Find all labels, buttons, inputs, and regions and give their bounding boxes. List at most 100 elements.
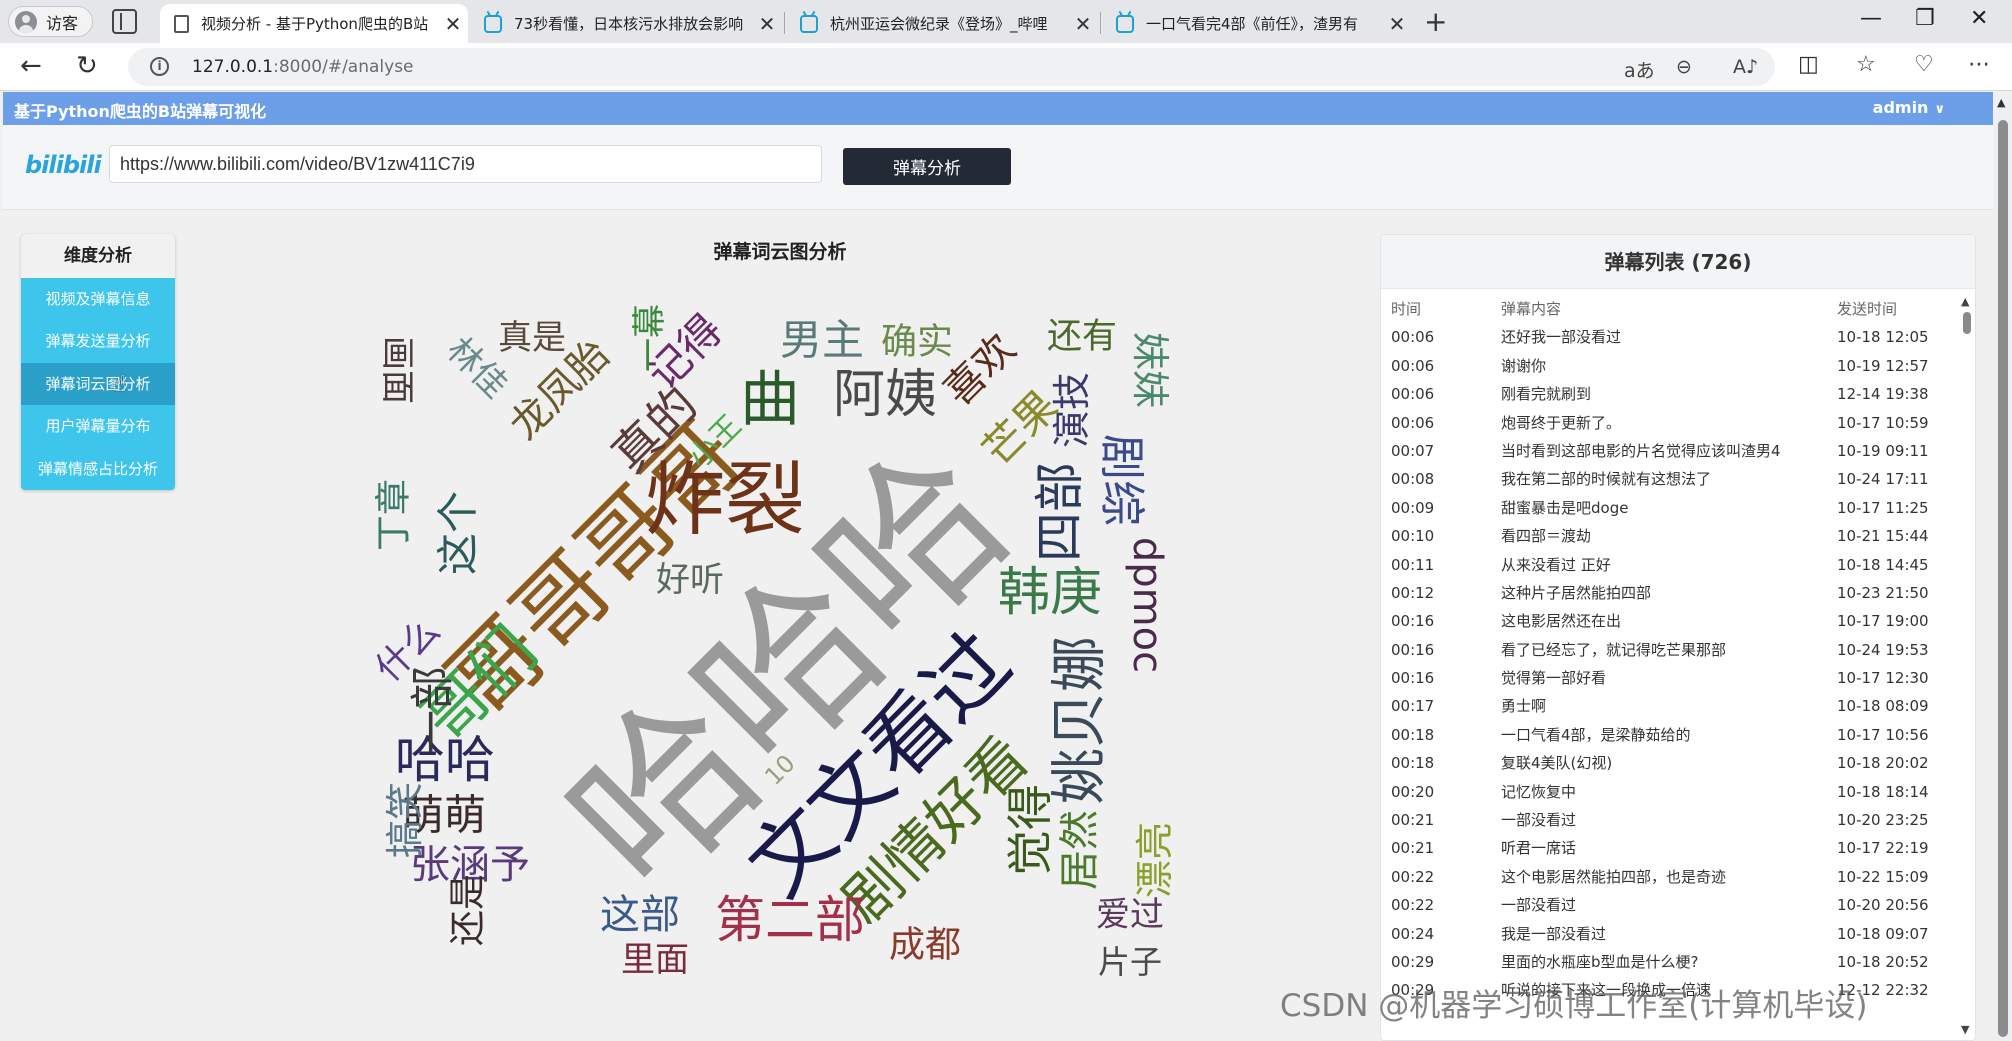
row-content: 当时看到这部电影的片名觉得应该叫渣男4 bbox=[1501, 441, 1781, 460]
row-time: 00:21 bbox=[1391, 811, 1435, 830]
row-send-time: 10-20 23:25 bbox=[1837, 811, 1929, 830]
row-content: 刚看完就刷到 bbox=[1501, 385, 1592, 404]
wordcloud-chart: 哈哈哈 哥哥哥哥 炸裂 文文看过 剧情好看 哥们 姚贝娜 韩庚 第二部 阿姨 真… bbox=[368, 304, 1177, 981]
more-menu-icon[interactable]: ⋯ bbox=[1968, 52, 1990, 77]
scrollbar-thumb[interactable] bbox=[1998, 120, 2008, 1037]
row-time: 00:10 bbox=[1391, 527, 1435, 546]
bilibili-tv-icon bbox=[1116, 14, 1134, 33]
favorites-icon[interactable]: ☆ bbox=[1856, 52, 1876, 77]
wordcloud-title: 弹幕词云图分析 bbox=[713, 241, 847, 263]
word-zhege: 这个 bbox=[434, 491, 483, 575]
word-dingzhang: 丁章 bbox=[374, 479, 415, 551]
close-window-icon[interactable]: ✕ bbox=[1970, 6, 1988, 31]
analyse-button[interactable]: 弹幕分析 bbox=[843, 148, 1011, 185]
menu-item-sentiment[interactable]: 弹幕情感占比分析 bbox=[21, 448, 175, 490]
browser-tab-1[interactable]: 视频分析 - 基于Python爬虫的B站 ✕ bbox=[160, 4, 468, 43]
row-time: 00:24 bbox=[1391, 924, 1435, 943]
row-time: 00:06 bbox=[1391, 328, 1435, 347]
danmu-list-body: 00:06 还好我一部没看过 10-18 12:05 00:06 谢谢你 10-19 12… bbox=[1381, 323, 1975, 1004]
word-dierbu: 第二部 bbox=[715, 891, 865, 949]
page-scrollbar[interactable]: ▲ bbox=[1994, 92, 2012, 1041]
bilibili-tv-icon bbox=[800, 14, 818, 33]
menu-item-send-volume[interactable]: 弹幕发送量分析 bbox=[21, 320, 175, 362]
table-row: 00:18 复联4美队(幻视) 10-18 20:02 bbox=[1381, 749, 1975, 777]
row-time: 00:18 bbox=[1391, 754, 1435, 773]
browser-essentials-icon[interactable]: ♡ bbox=[1914, 52, 1934, 77]
row-time: 00:22 bbox=[1391, 867, 1435, 886]
word-gaoxiao: 搞笑 bbox=[383, 782, 427, 858]
video-url-input[interactable] bbox=[109, 145, 822, 183]
word-zhenshi: 真是 bbox=[498, 318, 566, 358]
table-row: 00:06 刚看完就刷到 12-14 19:38 bbox=[1381, 380, 1975, 408]
restore-icon[interactable]: ❐ bbox=[1915, 6, 1935, 31]
row-content: 记忆恢复中 bbox=[1501, 782, 1577, 801]
site-info-icon[interactable]: i bbox=[150, 57, 169, 76]
row-content: 我是一部没看过 bbox=[1501, 924, 1607, 943]
table-row: 00:06 炮哥终于更新了。 10-17 10:59 bbox=[1381, 409, 1975, 437]
user-menu[interactable]: admin ∨ bbox=[1873, 98, 1945, 117]
zoom-out-icon[interactable]: ⊖ bbox=[1676, 56, 1692, 78]
row-send-time: 10-18 14:45 bbox=[1837, 555, 1929, 574]
table-row: 00:08 我在第二部的时候就有这想法了 10-24 17:11 bbox=[1381, 465, 1975, 493]
row-send-time: 10-18 08:09 bbox=[1837, 697, 1929, 716]
table-row: 00:11 从来没看过 正好 10-18 14:45 bbox=[1381, 551, 1975, 579]
row-time: 00:08 bbox=[1391, 470, 1435, 489]
menu-item-user-distribution[interactable]: 用户弹幕量分布 bbox=[21, 405, 175, 447]
row-send-time: 10-18 12:05 bbox=[1837, 328, 1929, 347]
read-aloud-icon[interactable]: A♪ bbox=[1733, 56, 1758, 78]
danmu-list-scrollbar[interactable]: ▲ ▼ bbox=[1961, 295, 1973, 1040]
word-sibu: 四部 bbox=[1031, 462, 1089, 562]
word-chengdu: 成都 bbox=[889, 925, 961, 966]
minimize-icon[interactable]: — bbox=[1860, 6, 1882, 31]
app-header: 基于Python爬虫的B站弹幕可视化 admin ∨ bbox=[3, 92, 1993, 125]
back-icon[interactable]: ← bbox=[20, 51, 42, 81]
browser-tab-3[interactable]: 杭州亚运会微纪录《登场》_哔哩 ✕ bbox=[786, 4, 1098, 43]
word-haishi: 还是 bbox=[448, 874, 489, 946]
danmu-list-header: 时间 弹幕内容 发送时间 bbox=[1381, 295, 1975, 323]
table-row: 00:06 谢谢你 10-19 12:57 bbox=[1381, 352, 1975, 380]
word-meimei: 妹妹 bbox=[1128, 332, 1172, 408]
scrollbar-thumb[interactable] bbox=[1963, 312, 1971, 334]
tab-title: 一口气看完4部《前任》，渣男有 bbox=[1146, 15, 1359, 33]
split-screen-icon[interactable]: ◫ bbox=[1798, 52, 1819, 77]
table-row: 00:24 我是一部没看过 10-18 09:07 bbox=[1381, 920, 1975, 948]
document-icon bbox=[174, 14, 189, 33]
row-time: 00:16 bbox=[1391, 669, 1435, 688]
word-pianzi: 片子 bbox=[1098, 943, 1162, 981]
browser-tab-2[interactable]: 73秒看懂，日本核污水排放会影响 ✕ bbox=[470, 4, 782, 43]
row-send-time: 10-17 10:56 bbox=[1837, 725, 1929, 744]
new-tab-icon[interactable]: + bbox=[1424, 5, 1447, 38]
row-send-time: 10-19 12:57 bbox=[1837, 356, 1929, 375]
profile-label: 访客 bbox=[46, 13, 79, 33]
translate-icon[interactable]: aあ bbox=[1624, 56, 1655, 83]
profile-avatar-icon bbox=[15, 10, 37, 33]
scroll-up-icon[interactable]: ▲ bbox=[1961, 295, 1969, 308]
scroll-up-icon[interactable]: ▲ bbox=[1997, 96, 2005, 109]
row-content: 炮哥终于更新了。 bbox=[1501, 413, 1622, 432]
row-send-time: 10-20 20:56 bbox=[1837, 896, 1929, 915]
close-tab-icon[interactable]: ✕ bbox=[752, 12, 782, 36]
column-header-send-time: 发送时间 bbox=[1837, 300, 1898, 318]
word-haiyou: 还有 bbox=[1047, 317, 1117, 357]
profile-button[interactable]: 访客 bbox=[8, 6, 94, 37]
scroll-down-icon[interactable]: ▼ bbox=[1961, 1023, 1969, 1036]
tab-actions-icon[interactable] bbox=[112, 9, 137, 34]
chevron-down-icon: ∨ bbox=[1934, 102, 1945, 117]
row-time: 00:29 bbox=[1391, 952, 1435, 971]
row-content: 这电影居然还在出 bbox=[1501, 612, 1622, 631]
menu-item-video-info[interactable]: 视频及弹幕信息 bbox=[21, 278, 175, 320]
table-row: 00:22 一部没看过 10-20 20:56 bbox=[1381, 891, 1975, 919]
table-row: 00:21 一部没看过 10-20 23:25 bbox=[1381, 806, 1975, 834]
close-tab-icon[interactable]: ✕ bbox=[438, 12, 468, 36]
menu-item-wordcloud[interactable]: 弹幕词云图分析 bbox=[21, 362, 175, 406]
refresh-icon[interactable]: ↻ bbox=[76, 51, 98, 81]
close-tab-icon[interactable]: ✕ bbox=[1382, 12, 1412, 36]
row-send-time: 10-22 15:09 bbox=[1837, 867, 1929, 886]
browser-tab-4[interactable]: 一口气看完4部《前任》，渣男有 ✕ bbox=[1102, 4, 1412, 43]
close-tab-icon[interactable]: ✕ bbox=[1068, 12, 1098, 36]
row-content: 我在第二部的时候就有这想法了 bbox=[1501, 470, 1712, 489]
row-send-time: 10-17 12:30 bbox=[1837, 669, 1929, 688]
row-content: 听君一席话 bbox=[1501, 839, 1577, 858]
user-name: admin bbox=[1872, 98, 1929, 117]
url-field[interactable]: i 127.0.0.1:8000/#/analyse aあ ⊖ A♪ bbox=[128, 48, 1775, 86]
